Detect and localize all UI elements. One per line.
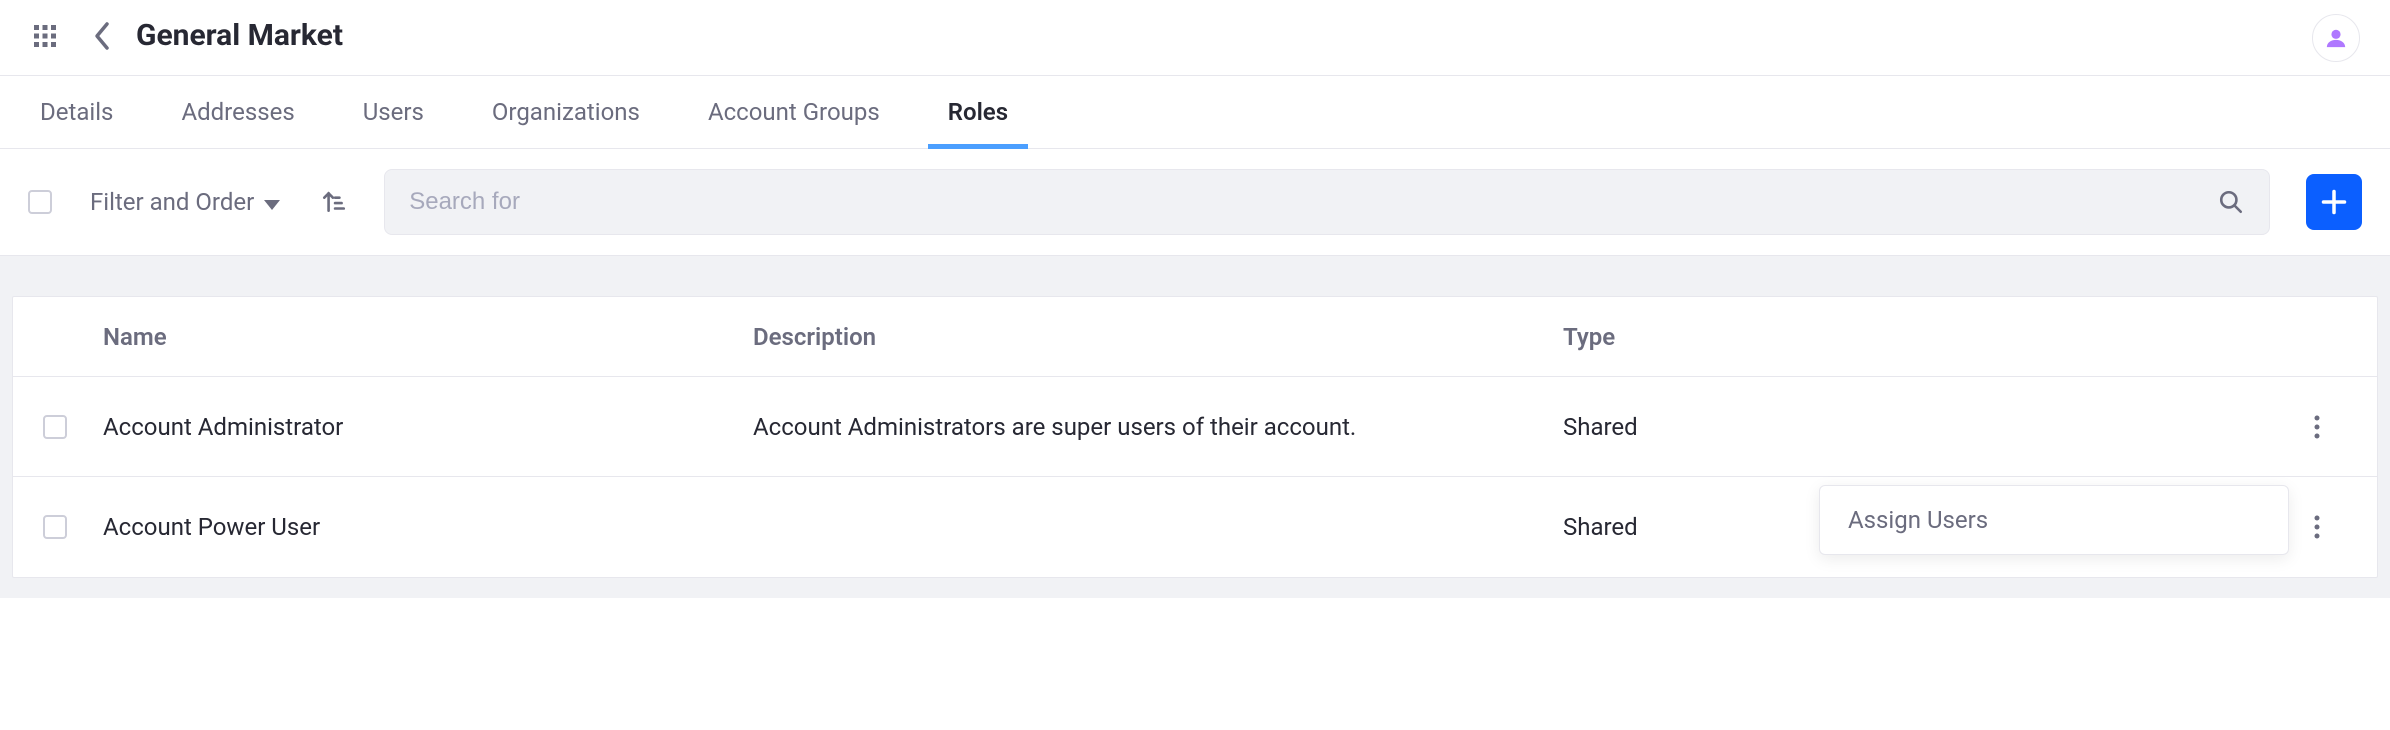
page-title: General Market	[136, 18, 343, 53]
row-checkbox[interactable]	[43, 415, 67, 439]
row-checkbox[interactable]	[43, 515, 67, 539]
tab-account-groups[interactable]: Account Groups	[698, 76, 890, 148]
table-row: Account Power User Shared Assign Users	[13, 477, 2377, 577]
select-all-checkbox[interactable]	[28, 190, 52, 214]
column-header-name[interactable]: Name	[103, 323, 753, 351]
table-row: Account Administrator Account Administra…	[13, 377, 2377, 477]
cell-name: Account Administrator	[103, 413, 753, 441]
apps-icon[interactable]	[30, 21, 60, 51]
avatar[interactable]	[2312, 14, 2360, 62]
column-header-type[interactable]: Type	[1563, 323, 2287, 351]
search-icon[interactable]	[2217, 188, 2245, 216]
row-actions-button[interactable]	[2303, 413, 2331, 441]
column-header-description[interactable]: Description	[753, 323, 1563, 351]
add-button[interactable]	[2306, 174, 2362, 230]
sort-icon[interactable]	[320, 188, 348, 216]
caret-down-icon	[264, 188, 280, 216]
table-header: Name Description Type	[13, 297, 2377, 377]
row-actions-button[interactable]	[2303, 513, 2331, 541]
tab-organizations[interactable]: Organizations	[482, 76, 650, 148]
tab-details[interactable]: Details	[30, 76, 123, 148]
cell-type: Shared	[1563, 413, 2287, 441]
search-input[interactable]	[409, 188, 2217, 216]
menu-item-assign-users[interactable]: Assign Users	[1848, 506, 2260, 534]
tab-roles[interactable]: Roles	[938, 76, 1018, 148]
tab-addresses[interactable]: Addresses	[171, 76, 304, 148]
row-actions-menu: Assign Users	[1819, 485, 2289, 555]
search-box[interactable]	[384, 169, 2270, 235]
tab-users[interactable]: Users	[353, 76, 434, 148]
back-icon[interactable]	[88, 21, 118, 51]
cell-description: Account Administrators are super users o…	[753, 413, 1563, 441]
filter-order-label: Filter and Order	[90, 188, 254, 216]
filter-order-dropdown[interactable]: Filter and Order	[90, 188, 280, 216]
cell-name: Account Power User	[103, 513, 753, 541]
